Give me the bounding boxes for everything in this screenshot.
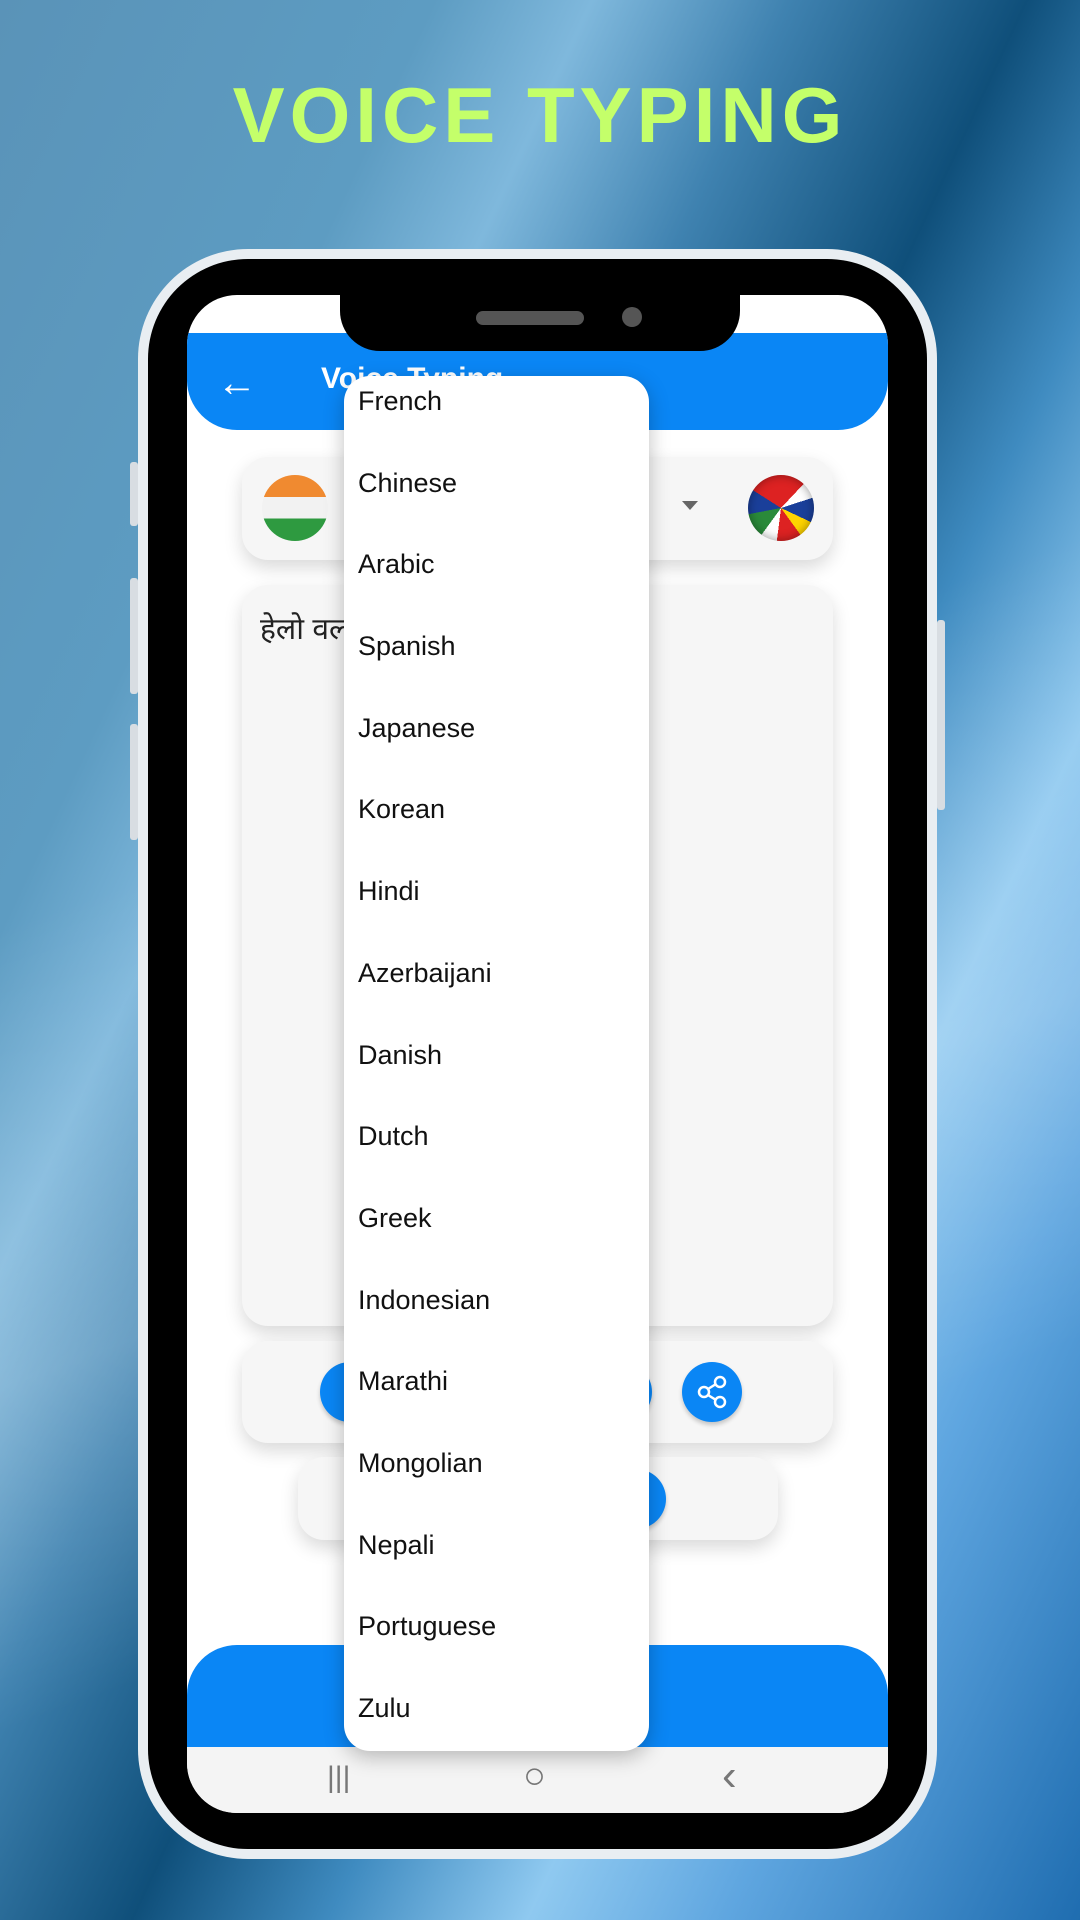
dropdown-item-indonesian[interactable]: Indonesian [344, 1275, 649, 1357]
language-dropdown-menu: French Chinese Arabic Spanish Japanese Korean… [344, 376, 649, 1751]
speaker [476, 311, 584, 325]
recents-icon[interactable]: ||| [327, 1761, 350, 1795]
india-flag-icon[interactable] [262, 475, 328, 541]
dropdown-item-dutch[interactable]: Dutch [344, 1111, 649, 1193]
world-flags-globe-icon[interactable] [748, 475, 814, 541]
phone-screen: ← Voice Typing हेलो वर्ल्ड ||| ○ ‹ Frenc… [187, 295, 888, 1813]
dropdown-item-nepali[interactable]: Nepali [344, 1520, 649, 1602]
dropdown-item-korean[interactable]: Korean [344, 784, 649, 866]
phone-side-button [130, 724, 138, 840]
phone-power-button [937, 620, 945, 810]
dropdown-item-azerbaijani[interactable]: Azerbaijani [344, 948, 649, 1030]
dropdown-item-japanese[interactable]: Japanese [344, 703, 649, 785]
dropdown-item-spanish[interactable]: Spanish [344, 621, 649, 703]
notch [340, 295, 740, 351]
dropdown-item-danish[interactable]: Danish [344, 1030, 649, 1112]
dropdown-item-chinese[interactable]: Chinese [344, 458, 649, 540]
nav-back-icon[interactable]: ‹ [722, 1751, 737, 1801]
promo-headline: VOICE TYPING [232, 71, 848, 159]
dropdown-item-marathi[interactable]: Marathi [344, 1356, 649, 1438]
dropdown-item-french[interactable]: French [344, 376, 649, 458]
share-button[interactable] [682, 1362, 742, 1422]
back-arrow-icon[interactable]: ← [217, 363, 257, 403]
phone-side-button [130, 462, 138, 526]
dropdown-arrow-icon[interactable] [682, 501, 698, 510]
dropdown-item-arabic[interactable]: Arabic [344, 539, 649, 621]
dropdown-item-portuguese[interactable]: Portuguese [344, 1601, 649, 1683]
phone-side-button [130, 578, 138, 694]
camera [622, 307, 642, 327]
dropdown-item-greek[interactable]: Greek [344, 1193, 649, 1275]
dropdown-item-hindi[interactable]: Hindi [344, 866, 649, 948]
dropdown-item-zulu[interactable]: Zulu [344, 1683, 649, 1765]
dropdown-item-mongolian[interactable]: Mongolian [344, 1438, 649, 1520]
share-icon [697, 1375, 727, 1409]
